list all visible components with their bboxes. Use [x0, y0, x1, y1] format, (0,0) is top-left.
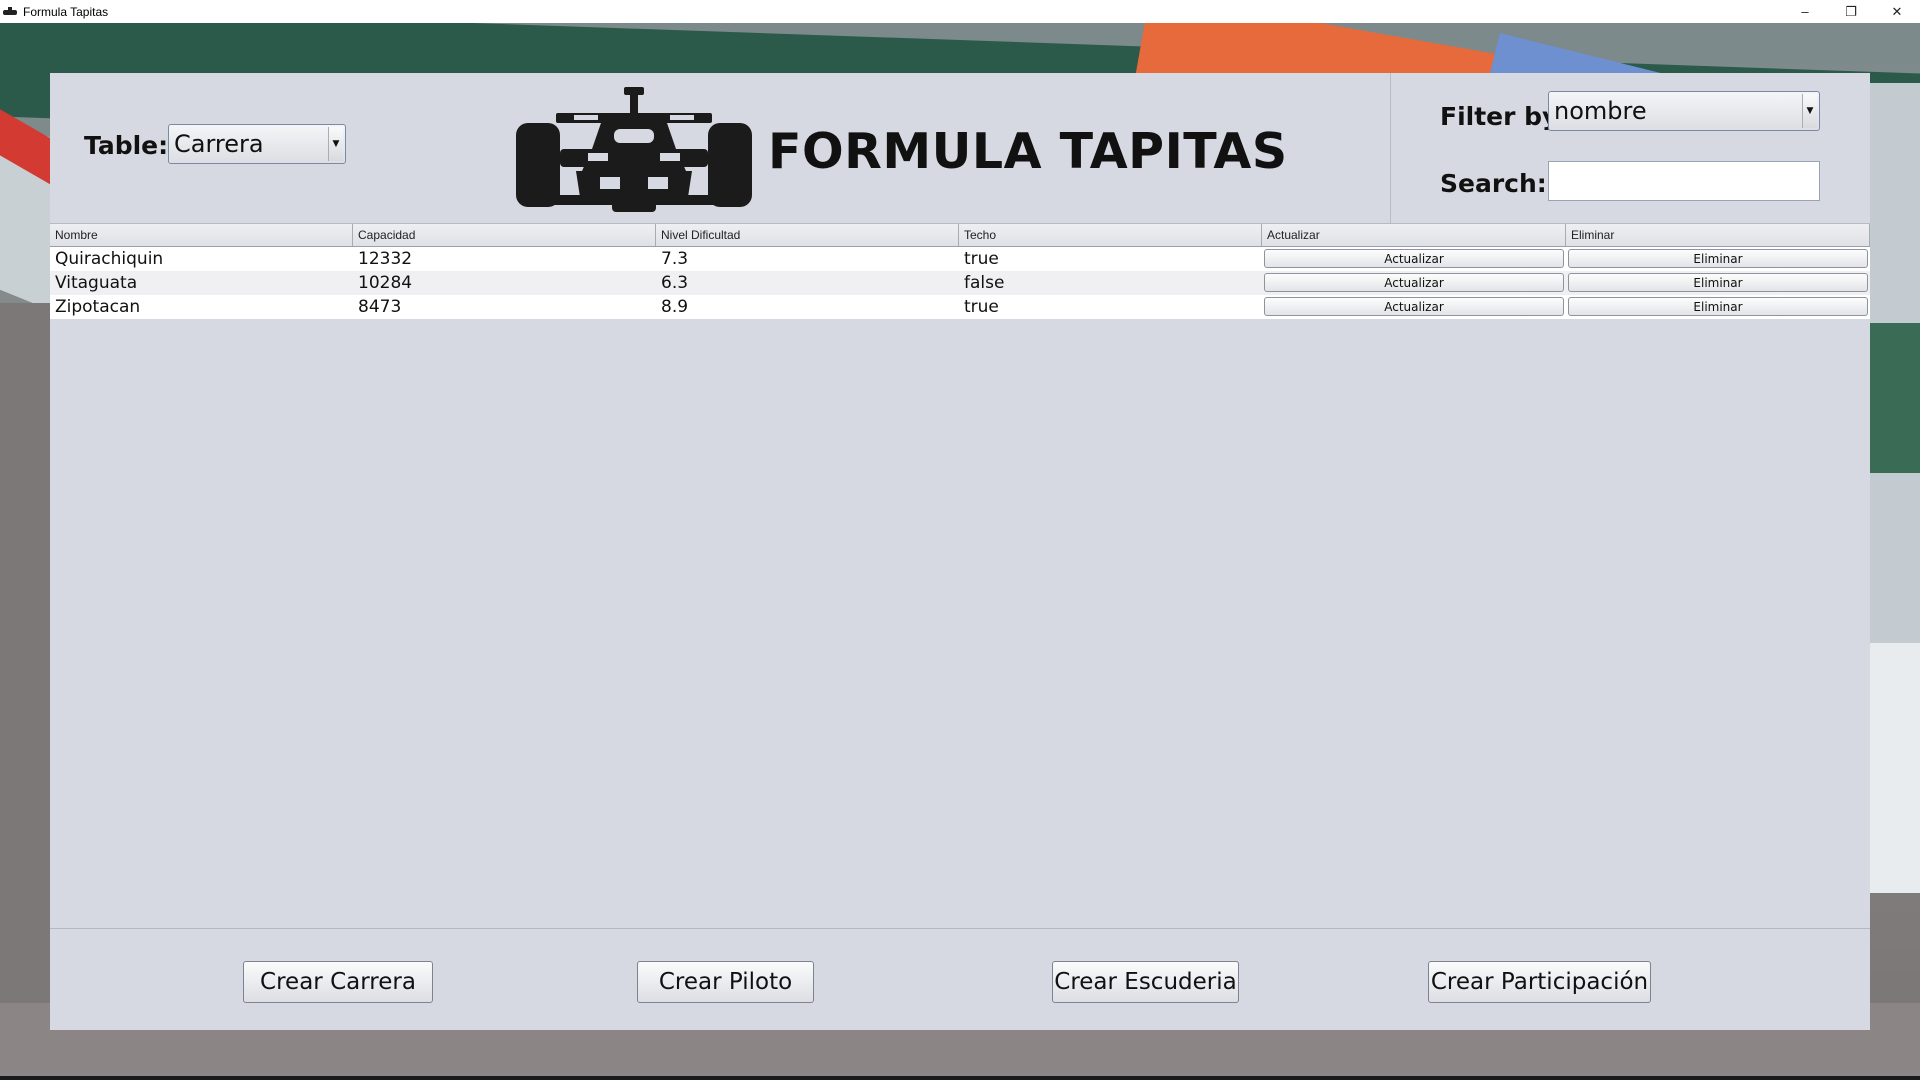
column-header-eliminar[interactable]: Eliminar	[1566, 224, 1870, 246]
cell-eliminar: Eliminar	[1566, 271, 1870, 295]
bottom-edge	[0, 1076, 1920, 1080]
filter-select-value: nombre	[1554, 97, 1647, 125]
crear-carrera-button[interactable]: Crear Carrera	[243, 961, 433, 1003]
cell-nombre: Zipotacan	[55, 297, 141, 317]
cell-actualizar: Actualizar	[1262, 295, 1566, 319]
cell-eliminar: Eliminar	[1566, 295, 1870, 319]
window-titlebar: Formula Tapitas – ❐ ✕	[0, 0, 1920, 24]
column-header-actualizar[interactable]: Actualizar	[1262, 224, 1566, 246]
cell-nivel-dificultad: 6.3	[661, 273, 689, 293]
main-panel: Table: Carrera ▼ FORMULA TAPITAS Filter …	[50, 73, 1870, 1030]
data-table: Nombre Capacidad Nivel Dificultad Techo …	[50, 223, 1870, 928]
table-label: Table:	[84, 131, 169, 160]
actualizar-button[interactable]: Actualizar	[1264, 297, 1564, 316]
column-header-techo[interactable]: Techo	[959, 224, 1262, 246]
table-row[interactable]: Vitaguata 10284 6.3 false Actualizar Eli…	[50, 271, 1870, 295]
minimize-button[interactable]: –	[1782, 0, 1828, 23]
close-button[interactable]: ✕	[1874, 0, 1920, 23]
table-row[interactable]: Zipotacan 8473 8.9 true Actualizar Elimi…	[50, 295, 1870, 319]
f1-car-icon	[516, 87, 752, 212]
cell-actualizar: Actualizar	[1262, 271, 1566, 295]
cell-nombre: Quirachiquin	[55, 249, 164, 269]
crear-participacion-button[interactable]: Crear Participación	[1428, 961, 1651, 1003]
crear-piloto-button[interactable]: Crear Piloto	[637, 961, 814, 1003]
window-title: Formula Tapitas	[23, 4, 109, 19]
cell-techo: false	[964, 273, 1005, 293]
cell-nivel-dificultad: 7.3	[661, 249, 689, 269]
search-label: Search:	[1440, 169, 1547, 198]
eliminar-button[interactable]: Eliminar	[1568, 249, 1868, 268]
actualizar-button[interactable]: Actualizar	[1264, 273, 1564, 292]
table-row[interactable]: Quirachiquin 12332 7.3 true Actualizar E…	[50, 247, 1870, 271]
table-select-value: Carrera	[174, 130, 264, 158]
cell-techo: true	[964, 249, 999, 269]
header-divider	[1390, 73, 1391, 223]
cell-eliminar: Eliminar	[1566, 247, 1870, 271]
column-header-nivel-dificultad[interactable]: Nivel Dificultad	[656, 224, 959, 246]
eliminar-button[interactable]: Eliminar	[1568, 297, 1868, 316]
cell-actualizar: Actualizar	[1262, 247, 1566, 271]
cell-techo: true	[964, 297, 999, 317]
table-select[interactable]: Carrera ▼	[168, 124, 346, 164]
footer: Crear Carrera Crear Piloto Crear Escuder…	[50, 928, 1870, 1031]
chevron-down-icon[interactable]: ▼	[328, 127, 343, 161]
cell-nivel-dificultad: 8.9	[661, 297, 689, 317]
cell-capacidad: 12332	[358, 249, 413, 269]
eliminar-button[interactable]: Eliminar	[1568, 273, 1868, 292]
actualizar-button[interactable]: Actualizar	[1264, 249, 1564, 268]
search-input[interactable]	[1548, 161, 1820, 201]
maximize-button[interactable]: ❐	[1828, 0, 1874, 23]
window-controls: – ❐ ✕	[1782, 0, 1920, 23]
chevron-down-icon[interactable]: ▼	[1802, 94, 1817, 128]
header: Table: Carrera ▼ FORMULA TAPITAS Filter …	[50, 73, 1870, 223]
crear-escuderia-button[interactable]: Crear Escuderia	[1052, 961, 1239, 1003]
column-header-nombre[interactable]: Nombre	[50, 224, 353, 246]
app-icon	[3, 6, 17, 17]
cell-nombre: Vitaguata	[55, 273, 138, 293]
column-header-capacidad[interactable]: Capacidad	[353, 224, 656, 246]
table-header: Nombre Capacidad Nivel Dificultad Techo …	[50, 224, 1870, 247]
app-title: FORMULA TAPITAS	[768, 123, 1288, 180]
cell-capacidad: 8473	[358, 297, 402, 317]
filter-select[interactable]: nombre ▼	[1548, 91, 1820, 131]
cell-capacidad: 10284	[358, 273, 413, 293]
